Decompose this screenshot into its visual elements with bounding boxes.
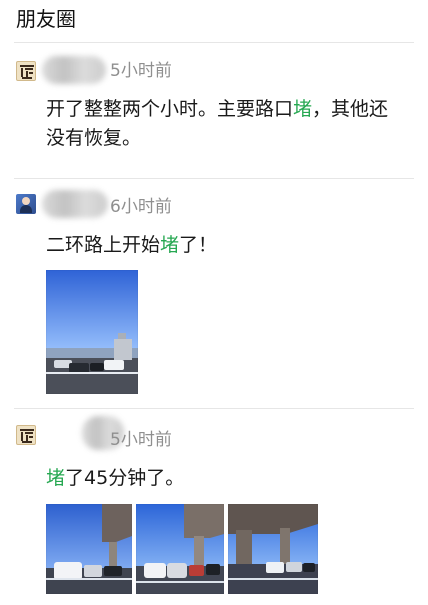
post-content: 开了整整两个小时。主要路口堵，其他还没有恢复。 [46, 95, 406, 153]
post-time: 6小时前 [110, 197, 172, 217]
blurred-username [42, 56, 106, 84]
content-text-prefix: 开了整整两个小时。主要路口 [46, 98, 294, 120]
post-photo[interactable] [228, 504, 318, 594]
post-photo[interactable] [136, 504, 224, 594]
blurred-username [42, 190, 108, 218]
keyword-highlight: 堵 [46, 467, 66, 489]
post-photo[interactable] [46, 504, 132, 594]
user-avatar[interactable] [16, 194, 36, 214]
post-time: 5小时前 [110, 61, 172, 81]
content-text-suffix: 了！ [179, 234, 218, 256]
keyword-highlight: 堵 [293, 98, 313, 120]
traffic-photo-image [46, 270, 138, 394]
traffic-photo-image [228, 504, 318, 594]
post-content: 二环路上开始堵了！ [46, 231, 406, 260]
traffic-photo-image [136, 504, 224, 594]
keyword-highlight: 堵 [160, 234, 180, 256]
post-time: 5小时前 [110, 430, 172, 450]
page-title: 朋友圈 [16, 7, 76, 31]
post-divider [14, 178, 414, 179]
top-divider [14, 42, 414, 43]
post-divider [14, 408, 414, 409]
content-text-prefix: 二环路上开始 [46, 234, 161, 256]
post-content: 堵了45分钟了。 [46, 464, 406, 493]
user-avatar[interactable] [16, 61, 36, 81]
user-avatar[interactable] [16, 425, 36, 445]
traffic-photo-image [46, 504, 132, 594]
content-text-suffix: 了45分钟了。 [65, 467, 185, 489]
post-photo[interactable] [46, 270, 138, 394]
